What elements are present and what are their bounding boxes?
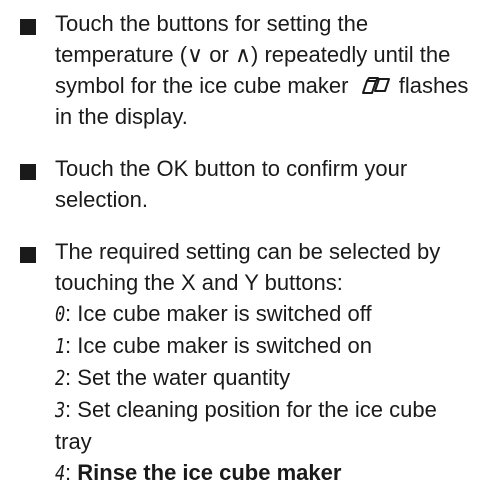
instruction-item-temperature: Touch the buttons for setting the temper… <box>0 8 492 132</box>
setting-option-label: : Set cleaning position for the ice cube… <box>55 397 437 454</box>
instruction-page: Touch the buttons for setting the temper… <box>0 0 492 485</box>
setting-option: 4: Rinse the ice cube maker <box>55 457 478 489</box>
ice-cube-maker-icon <box>361 77 390 94</box>
item-2-text: Touch the OK button to confirm your sele… <box>55 156 408 212</box>
bullet-square-icon <box>20 19 36 35</box>
setting-option: 1: Ice cube maker is switched on <box>55 330 478 362</box>
bullet-square-icon <box>20 247 36 263</box>
display-code: 0 <box>55 302 66 326</box>
instruction-item-settings: The required setting can be selected by … <box>0 236 492 489</box>
display-code: 1 <box>55 334 66 358</box>
setting-option: 0: Ice cube maker is switched off <box>55 298 478 330</box>
bullet-square-icon <box>20 164 36 180</box>
setting-option-label: : Ice cube maker is switched on <box>65 333 372 358</box>
setting-option-label: : Ice cube maker is switched off <box>65 301 372 326</box>
setting-option: 3: Set cleaning position for the ice cub… <box>55 394 478 457</box>
display-code: 3 <box>55 398 66 422</box>
setting-option-label: : Set the water quantity <box>65 365 291 390</box>
setting-option: 2: Set the water quantity <box>55 362 478 394</box>
instruction-item-confirm: Touch the OK button to confirm your sele… <box>0 153 492 215</box>
setting-option-label: Rinse the ice cube maker <box>77 460 342 485</box>
item-3-intro: The required setting can be selected by … <box>55 239 441 295</box>
display-code: 2 <box>55 366 66 390</box>
